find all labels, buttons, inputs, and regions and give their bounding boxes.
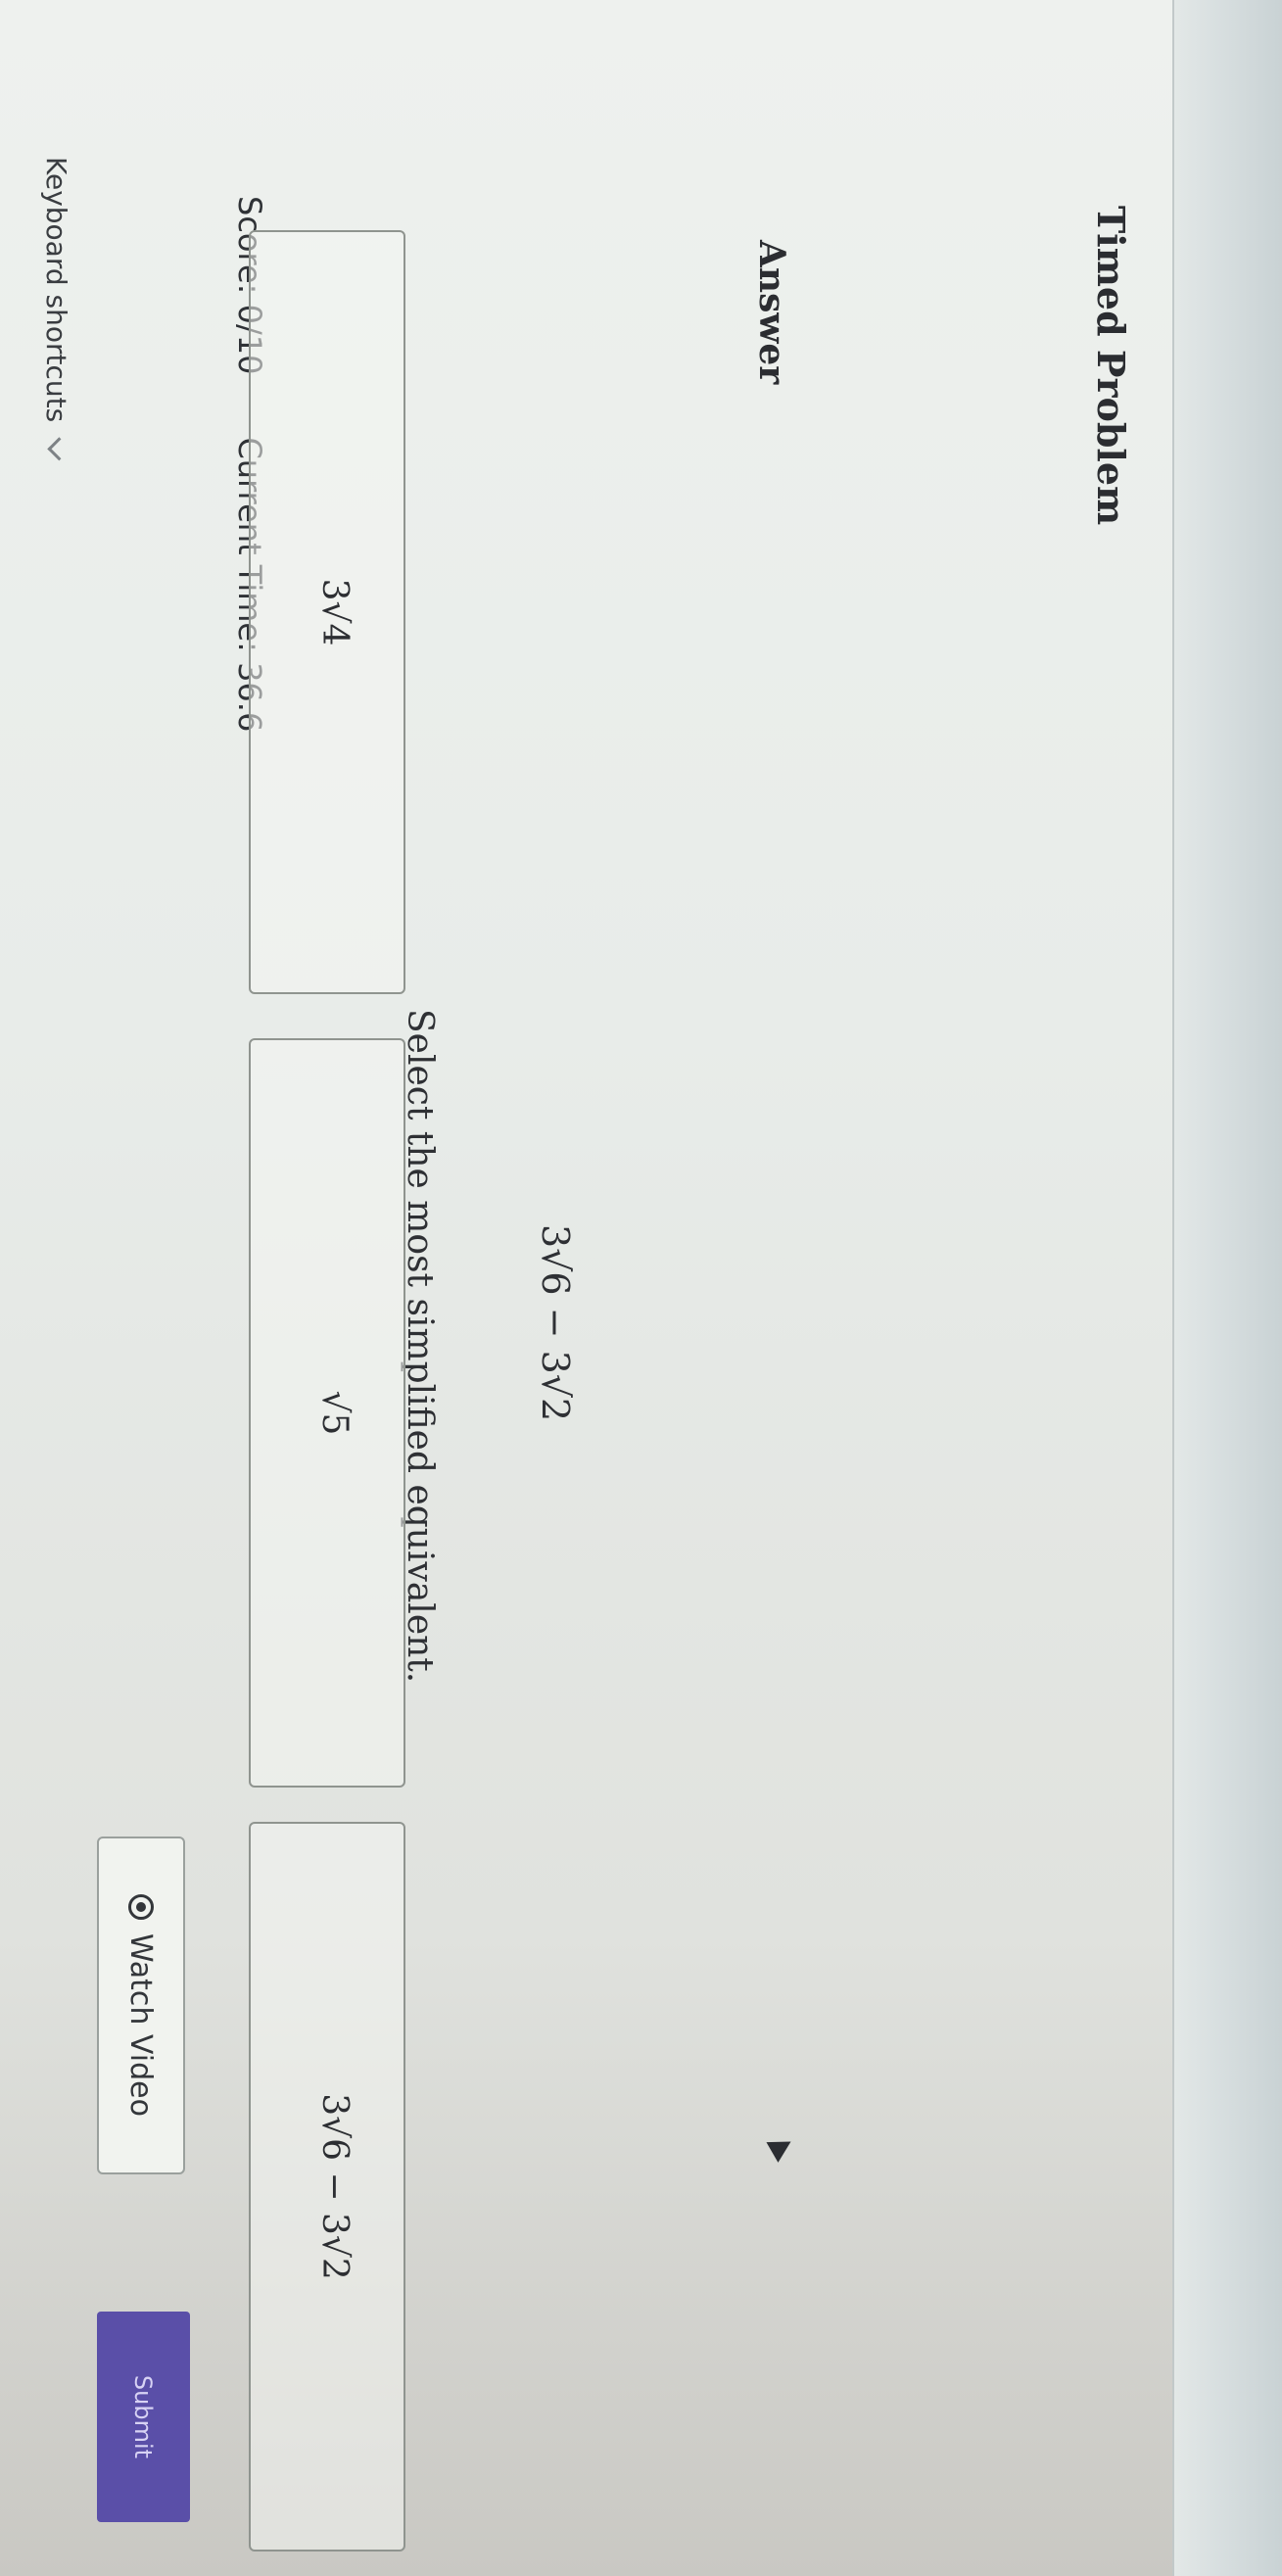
mouse-cursor-icon — [766, 2131, 797, 2163]
answer-choice-2[interactable]: √5 — [249, 1038, 405, 1788]
watch-video-label: Watch Video — [123, 1933, 159, 2117]
chevron-down-icon — [47, 437, 71, 461]
answer-choice-3[interactable]: 3√6 − 3√2 — [249, 1822, 405, 2552]
rotated-page: Timed Problem Watch Video Submit Score: … — [0, 0, 1282, 2576]
question-expression: 3√6 − 3√2 — [534, 1224, 577, 1422]
answer-choice-2-text: √5 — [314, 1390, 356, 1436]
keyboard-shortcuts-label: Keyboard shortcuts — [40, 157, 72, 423]
watch-video-button[interactable]: Watch Video — [97, 1837, 185, 2174]
keyboard-shortcuts-toggle[interactable]: Keyboard shortcuts — [40, 157, 72, 461]
answer-choice-1-text: 3√4 — [314, 578, 356, 646]
answer-label: Answer — [751, 240, 792, 385]
screen: Timed Problem Watch Video Submit Score: … — [0, 0, 1282, 2576]
question-prompt: Select the most simplified equivalent. — [400, 1009, 440, 1684]
answer-choice-1[interactable]: 3√4 — [249, 230, 405, 994]
play-circle-icon — [128, 1894, 154, 1920]
browser-top-bar — [1172, 0, 1282, 2576]
submit-button[interactable]: Submit — [97, 2312, 190, 2522]
answer-choice-3-text: 3√6 − 3√2 — [314, 2093, 356, 2280]
page-title: Timed Problem — [1089, 206, 1133, 526]
